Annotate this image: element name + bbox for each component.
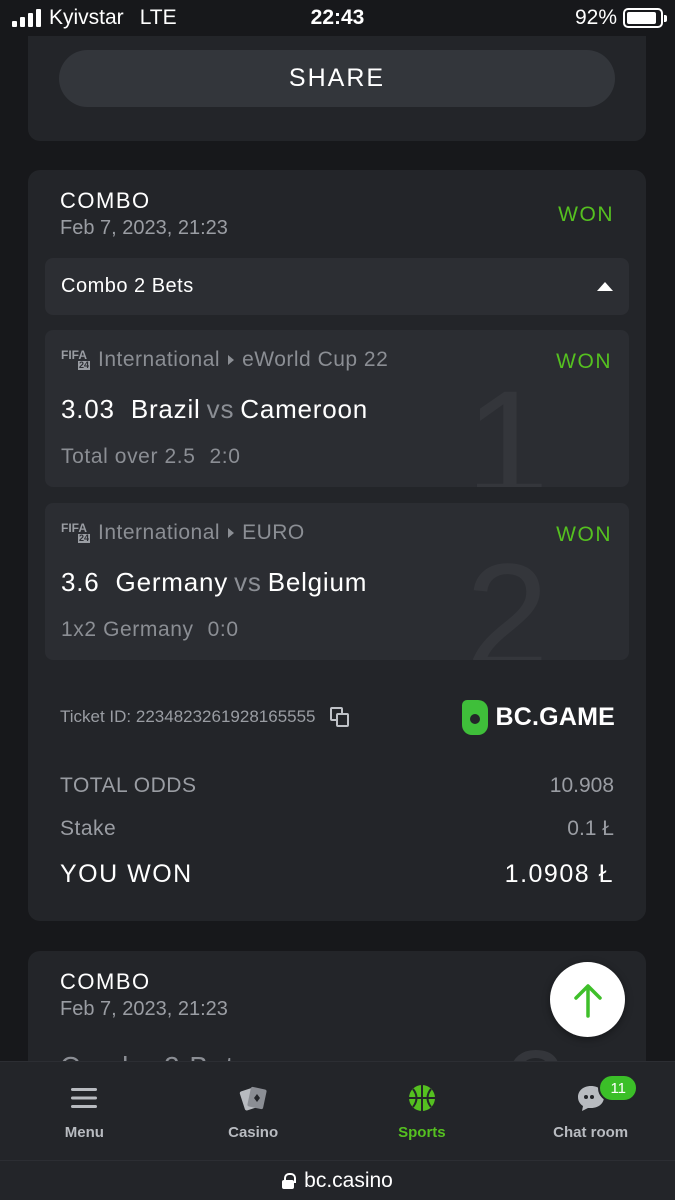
total-odds-row: TOTAL ODDS 10.908	[60, 774, 614, 798]
bottom-navigation: Menu Casino Sports Chat room 11	[0, 1061, 675, 1160]
bet-date: Feb 7, 2023, 21:23	[60, 217, 228, 239]
nav-menu[interactable]: Menu	[0, 1062, 169, 1160]
status-bar: Kyivstar LTE 22:43 92%	[0, 0, 675, 36]
away-team: Cameroon	[240, 394, 369, 424]
pick-market: 1x2 Germany	[61, 618, 194, 641]
caret-up-icon	[597, 282, 613, 291]
menu-icon	[71, 1082, 98, 1114]
vs-label: vs	[234, 567, 262, 597]
page: Kyivstar LTE 22:43 92% SHARE COMBO Feb 7…	[0, 0, 675, 1200]
league-name: International	[98, 521, 221, 544]
nav-label: Casino	[228, 1124, 279, 1141]
previous-bet-card: SHARE	[28, 30, 646, 141]
bet-date: Feb 7, 2023, 21:23	[60, 998, 228, 1020]
ticket-id: Ticket ID: 2234823261928165555	[60, 707, 316, 726]
nav-sports[interactable]: Sports	[338, 1062, 507, 1160]
total-odds-value: 10.908	[549, 774, 614, 797]
nav-chat-room[interactable]: Chat room 11	[506, 1062, 675, 1160]
away-team: Belgium	[267, 567, 368, 597]
lock-icon	[282, 1172, 297, 1189]
stake-label: Stake	[60, 817, 117, 840]
scroll-top-button[interactable]	[550, 962, 625, 1037]
home-team: Germany	[115, 567, 229, 597]
bet-type: COMBO	[60, 188, 151, 213]
browser-url-bar[interactable]: bc.casino	[0, 1160, 675, 1200]
fifa-icon: FIFA 24	[61, 348, 90, 371]
nav-label: Sports	[398, 1124, 446, 1141]
bet-status: WON	[558, 203, 614, 226]
total-odds-label: TOTAL ODDS	[60, 774, 197, 797]
network-type: LTE	[139, 6, 177, 29]
chevron-right-icon	[228, 355, 235, 365]
home-team: Brazil	[130, 394, 201, 424]
arrow-up-icon	[573, 983, 602, 1018]
tournament-name: EURO	[242, 521, 305, 544]
bet-leg[interactable]: 2 FIFA 24 International EURO WON 3.6 Germa…	[45, 503, 629, 660]
nav-casino[interactable]: Casino	[169, 1062, 338, 1160]
pick-market: Total over 2.5	[61, 445, 196, 468]
match-line: 3.6 Germany vs Belgium	[61, 567, 367, 598]
url-domain: bc.casino	[304, 1168, 393, 1192]
you-won-value: 1.0908 Ł	[504, 860, 614, 888]
basketball-icon	[407, 1082, 437, 1114]
leg-odds: 3.03	[61, 394, 115, 424]
leg-status: WON	[556, 523, 612, 546]
brand-logo: BC.GAME	[461, 700, 615, 735]
battery-percent: 92%	[574, 6, 617, 29]
carrier-name: Kyivstar	[49, 6, 124, 29]
ticket-id-row: Ticket ID: 2234823261928165555	[60, 707, 350, 727]
leg-odds: 3.6	[61, 567, 100, 597]
bc-game-logo-icon	[461, 700, 488, 735]
leg-status: WON	[556, 350, 612, 373]
stake-row: Stake 0.1 Ł	[60, 817, 614, 841]
casino-icon	[238, 1082, 268, 1114]
combo-bets-label: Combo 2 Bets	[61, 275, 194, 297]
leg-index: 2	[465, 532, 549, 660]
you-won-row: YOU WON 1.0908 Ł	[60, 860, 614, 889]
match-score: 2:0	[209, 445, 241, 468]
combo-bets-toggle[interactable]: Combo 2 Bets	[45, 258, 629, 315]
chat-badge: 11	[598, 1074, 639, 1102]
battery-icon	[623, 8, 667, 28]
pick-line: 1x2 Germany 0:0	[61, 618, 239, 642]
fifa-icon: FIFA 24	[61, 521, 90, 544]
bet-leg[interactable]: 1 FIFA 24 International eWorld Cup 22 WON…	[45, 330, 629, 487]
stake-value: 0.1 Ł	[567, 817, 614, 840]
nav-label: Chat room	[553, 1124, 629, 1141]
brand-name: BC.GAME	[495, 703, 615, 731]
match-line: 3.03 Brazil vs Cameroon	[61, 394, 368, 425]
pick-line: Total over 2.5 2:0	[61, 445, 240, 469]
league-name: International	[98, 348, 221, 371]
tournament-name: eWorld Cup 22	[242, 348, 389, 371]
share-button[interactable]: SHARE	[59, 50, 615, 107]
leg-index: 1	[465, 359, 549, 487]
nav-label: Menu	[64, 1124, 104, 1141]
combo-bet-card: COMBO Feb 7, 2023, 21:23 WON Combo 2 Bet…	[28, 170, 646, 921]
copy-icon[interactable]	[329, 707, 350, 727]
signal-icon	[12, 9, 41, 27]
vs-label: vs	[206, 394, 235, 424]
chevron-right-icon	[228, 528, 235, 538]
you-won-label: YOU WON	[60, 860, 193, 888]
match-score: 0:0	[207, 618, 239, 641]
bet-type: COMBO	[60, 969, 151, 994]
